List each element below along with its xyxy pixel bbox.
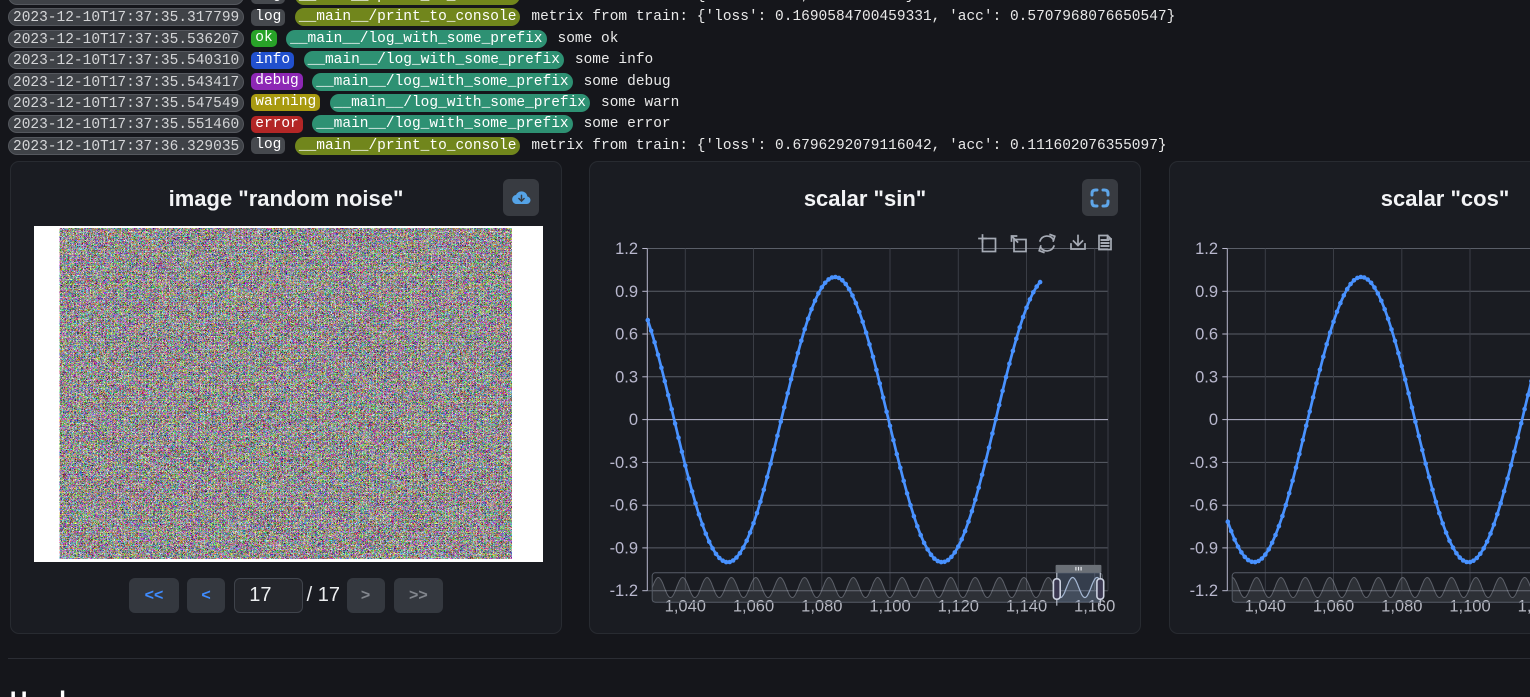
svg-text:0.6: 0.6	[1195, 326, 1218, 344]
svg-text:-0.9: -0.9	[610, 539, 638, 557]
svg-text:0.9: 0.9	[615, 283, 638, 301]
svg-text:-0.6: -0.6	[1190, 497, 1218, 515]
svg-text:-0.9: -0.9	[1190, 539, 1218, 557]
svg-text:0: 0	[629, 411, 638, 429]
svg-text:0.6: 0.6	[615, 326, 638, 344]
svg-text:-0.3: -0.3	[610, 454, 638, 472]
svg-text:0.9: 0.9	[1195, 283, 1218, 301]
svg-text:-0.3: -0.3	[1190, 454, 1218, 472]
svg-text:-1.2: -1.2	[610, 582, 638, 600]
svg-text:0.3: 0.3	[1195, 368, 1218, 386]
svg-text:0: 0	[1209, 411, 1218, 429]
svg-text:0.3: 0.3	[615, 368, 638, 386]
svg-text:1.2: 1.2	[615, 240, 638, 258]
svg-text:1.2: 1.2	[1195, 240, 1218, 258]
svg-text:-1.2: -1.2	[1190, 582, 1218, 600]
svg-text:-0.6: -0.6	[610, 497, 638, 515]
